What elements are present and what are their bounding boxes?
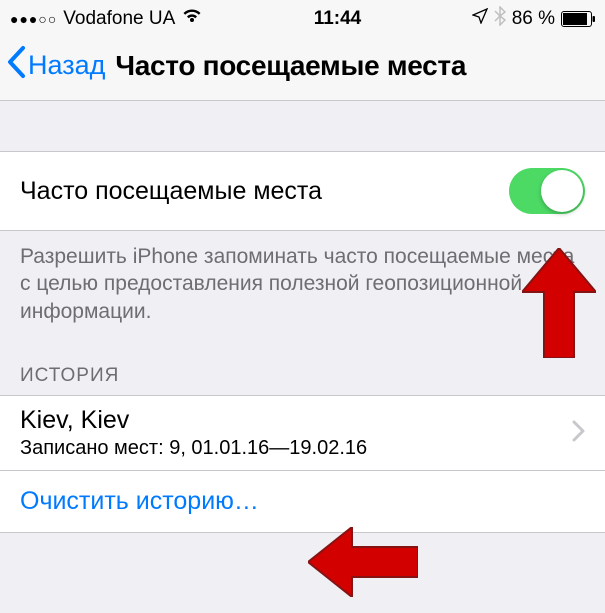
chevron-left-icon: [6, 45, 26, 86]
frequent-locations-toggle[interactable]: [509, 168, 585, 214]
history-header: ИСТОРИЯ: [0, 343, 605, 395]
status-bar: ●●●○○ Vodafone UA 11:44 86 %: [0, 0, 605, 35]
wifi-icon: [181, 8, 203, 30]
clear-history-button[interactable]: Очистить историю…: [0, 471, 605, 533]
battery-icon: [561, 11, 595, 27]
spacer: [0, 101, 605, 151]
toggle-cell: Часто посещаемые места: [0, 151, 605, 231]
bluetooth-icon: [494, 6, 506, 31]
history-item-title: Kiev, Kiev: [20, 406, 571, 435]
nav-bar: Назад Часто посещаемые места: [0, 35, 605, 101]
carrier-label: Vodafone UA: [63, 8, 175, 30]
status-right: 86 %: [472, 6, 595, 31]
history-item[interactable]: Kiev, Kiev Записано мест: 9, 01.01.16—19…: [0, 395, 605, 471]
toggle-description: Разрешить iPhone запоминать часто посеща…: [0, 231, 605, 343]
annotation-arrow-left-icon: [308, 527, 418, 597]
location-icon: [472, 8, 488, 30]
page-title: Часто посещаемые места: [115, 50, 466, 82]
signal-dots-icon: ●●●○○: [10, 11, 57, 27]
back-button[interactable]: Назад: [6, 45, 105, 86]
status-time: 11:44: [314, 8, 362, 30]
status-left: ●●●○○ Vodafone UA: [10, 8, 203, 30]
battery-percent: 86 %: [512, 8, 555, 30]
chevron-right-icon: [571, 417, 585, 449]
annotation-arrow-up-icon: [522, 248, 596, 358]
back-label: Назад: [28, 50, 105, 81]
toggle-label: Часто посещаемые места: [20, 177, 509, 206]
toggle-knob: [541, 170, 583, 212]
history-item-subtitle: Записано мест: 9, 01.01.16—19.02.16: [20, 437, 571, 460]
